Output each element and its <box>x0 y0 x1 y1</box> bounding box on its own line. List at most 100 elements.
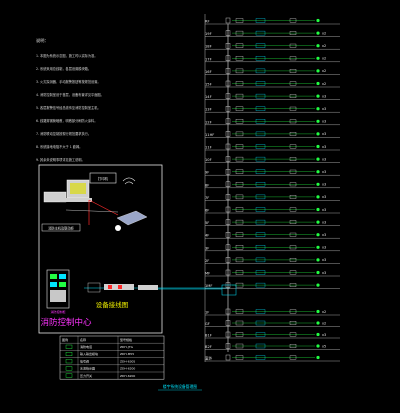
alarm-icon <box>316 195 320 199</box>
indicator <box>108 285 112 289</box>
floor-row: 12F x3 <box>205 118 340 125</box>
cabinet-module <box>50 282 57 287</box>
floor-label: 5F <box>205 221 209 225</box>
junction-box-icon <box>225 354 231 361</box>
cabinet-panel <box>50 290 66 302</box>
floor-label: 10F <box>205 158 212 162</box>
legend-cell: ZDH-6305 <box>120 359 135 363</box>
floor-label: 11F <box>205 146 212 150</box>
terminal-box-icon <box>221 284 237 296</box>
alarm-icon <box>316 245 320 249</box>
legend-cell: 图例 <box>62 337 68 342</box>
alarm-icon <box>316 258 320 262</box>
alarm-icon <box>316 233 320 237</box>
device-count: x2 <box>322 69 326 73</box>
floor-row: 17F x2 <box>205 55 340 62</box>
alarm-icon <box>316 321 320 325</box>
device-count: x3 <box>322 233 326 237</box>
device-count: x3 <box>322 132 326 136</box>
alarm-icon <box>316 94 320 98</box>
device-count: x2 <box>322 31 326 35</box>
floor-label: 4F <box>205 234 209 238</box>
alarm-icon <box>316 182 320 186</box>
floor-label: 18F <box>205 45 212 49</box>
legend-cell: 输入输出模块 <box>80 351 98 356</box>
floor-row: MF x3 <box>205 269 340 277</box>
device-count: x5 <box>322 344 326 348</box>
cabinet-label: 消防控制柜 <box>50 309 65 314</box>
floor-row: 2F x3 <box>205 257 340 264</box>
floor-rows: RF19F x218F x217F x216F x215F x214F x313F x312F… <box>158 17 340 296</box>
alarm-icon <box>316 44 320 48</box>
alarm-icon <box>316 332 320 337</box>
room-title: 消防控制中心 <box>40 317 92 328</box>
device-count: x3 <box>322 94 326 98</box>
wiring-title: 设备接线图 <box>96 300 129 309</box>
control-panel-icon <box>116 210 148 226</box>
footer-title: 楼宇系统设备管理图 <box>163 384 197 389</box>
computer-screen <box>70 183 86 194</box>
module-strip <box>138 285 158 290</box>
floor-label: B1F <box>205 334 212 338</box>
keyboard-icon <box>60 198 92 202</box>
legend-cell: ZDH-JTG <box>120 345 134 349</box>
device-count: x2 <box>322 310 326 314</box>
device-count: x3 <box>322 246 326 250</box>
floor-row: 18F x2 <box>205 43 340 50</box>
alarm-icon <box>316 344 320 348</box>
floor-label: 8F <box>205 183 209 187</box>
floor-row: 1F x2 <box>205 308 340 316</box>
floor-label: B2F <box>205 345 212 349</box>
floor-label: 1F <box>205 311 209 315</box>
floor-row: 4F x3 <box>205 231 340 239</box>
floor-row: B1F x3 <box>205 331 340 339</box>
legend-symbol <box>65 344 73 349</box>
floor-row: 14F x3 <box>205 93 340 100</box>
printer-label: 打印机 <box>98 176 109 181</box>
device-count: x2 <box>322 57 326 61</box>
legend-symbol <box>65 373 73 378</box>
device-count: x3 <box>322 107 326 111</box>
alarm-icon <box>316 56 320 60</box>
device-count: x3 <box>322 271 326 275</box>
panel-knob <box>115 225 121 231</box>
floor-label: 7F <box>205 196 209 200</box>
alarm-icon <box>316 207 320 212</box>
floor-label: 13F <box>205 108 212 112</box>
legend-symbol <box>65 366 73 371</box>
device-count: x3 <box>322 258 326 262</box>
floor-label: 15F <box>205 83 212 87</box>
legend-cell: ZDH-6200 <box>120 367 135 371</box>
legend-cell: 信号阀 <box>80 358 89 363</box>
alarm-icon <box>316 69 320 73</box>
signal-line <box>88 199 119 216</box>
computer-label: 消防主机及联动柜 <box>48 226 74 231</box>
floor-row: 11F x3 <box>205 143 340 151</box>
antenna-icon <box>122 177 136 185</box>
cad-drawing: 说明： 1. 本图为系统示意图，施工时以实际为准。 2. 系统采用总线制，各层设置… <box>0 0 400 413</box>
alarm-icon <box>316 107 320 111</box>
alarm-icon <box>316 157 320 161</box>
floor-row: 9F x3 <box>205 168 340 176</box>
legend-cell: 名称 <box>80 337 86 342</box>
cabinet-module <box>50 274 57 279</box>
alarm-icon <box>316 132 320 136</box>
device-count: x3 <box>322 170 326 174</box>
floor-row: B2F x5 <box>205 343 340 350</box>
floor-label: RF <box>205 20 210 24</box>
alarm-icon <box>316 270 320 275</box>
floor-label: MF <box>205 272 210 276</box>
legend-cell: 水流指示器 <box>80 366 95 371</box>
device-count: x2 <box>322 321 326 325</box>
device-count: x2 <box>322 82 326 86</box>
alarm-icon <box>316 18 320 23</box>
module-icon <box>87 282 101 293</box>
floor-label: 16F <box>205 70 212 74</box>
device-count: x3 <box>322 220 326 224</box>
device-count: x2 <box>322 44 326 48</box>
device-count: x3 <box>322 208 326 212</box>
floor-label: 室外 <box>205 356 213 361</box>
floor-row: GF x2 <box>205 320 340 327</box>
legend-cell: 型号规格 <box>120 337 132 342</box>
legend-cell: ZDH-6200 <box>120 374 135 378</box>
